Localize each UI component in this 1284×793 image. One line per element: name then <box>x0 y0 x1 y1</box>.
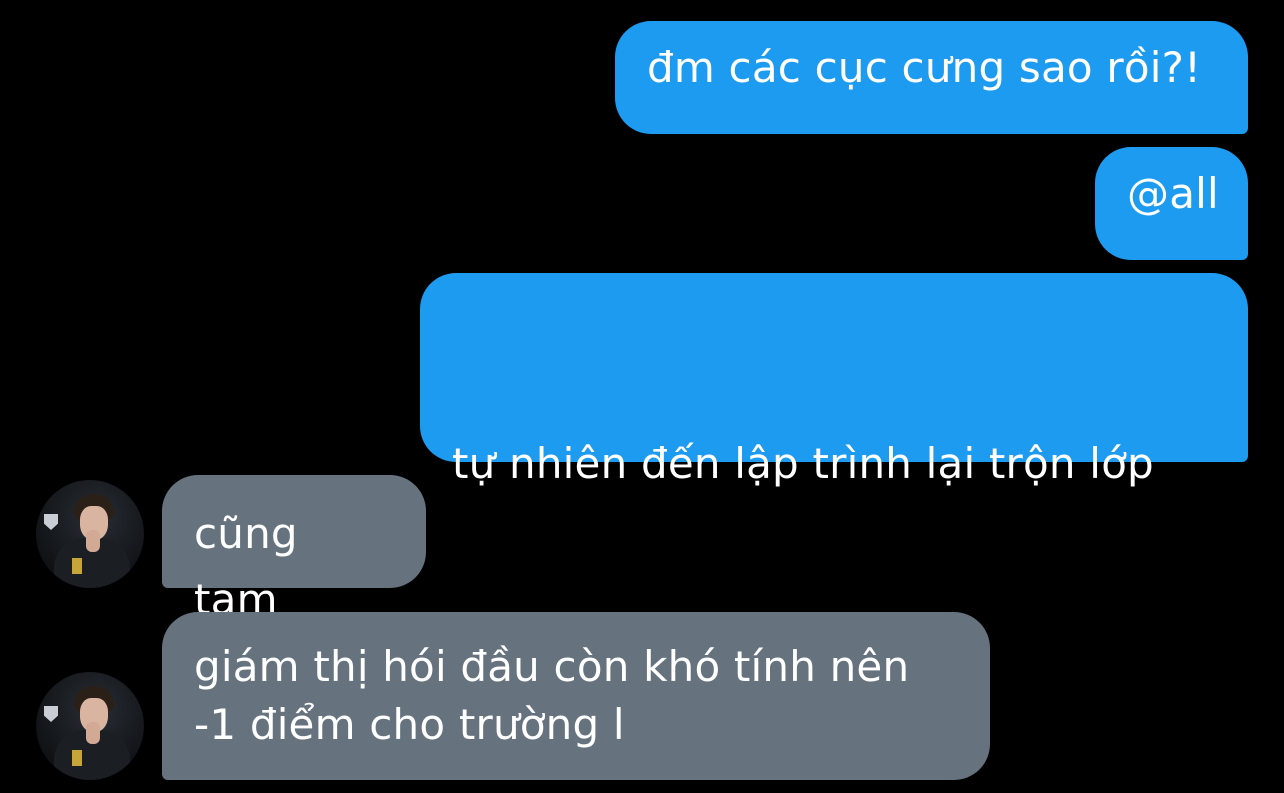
sent-message-bubble[interactable]: đm các cục cưng sao rồi?! <box>615 21 1248 134</box>
sender-avatar[interactable] <box>36 480 144 588</box>
message-text: tự nhiên đến lập trình lại trộn lớp <box>452 439 1154 488</box>
sender-avatar[interactable] <box>36 672 144 780</box>
received-message-bubble[interactable]: cũng tạm <box>162 475 426 624</box>
sent-message-bubble[interactable]: tự nhiên đến lập trình lại trộn lớp <box>420 273 1248 684</box>
received-message-bubble[interactable]: giám thị hói đầu còn khó tính nên -1 điể… <box>162 612 990 780</box>
chat-thread: đm các cục cưng sao rồi?! @all tự nhiên … <box>0 0 1284 793</box>
sent-message-bubble[interactable]: @all <box>1095 147 1248 260</box>
